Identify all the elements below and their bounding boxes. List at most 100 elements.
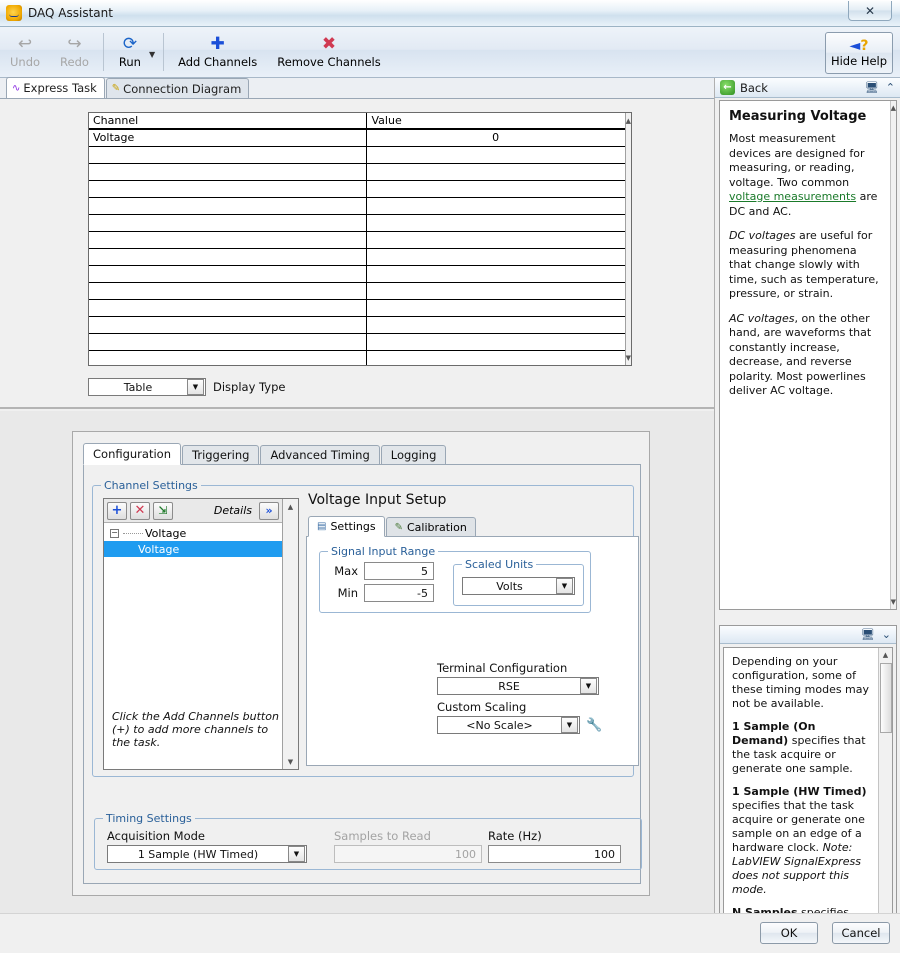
- table-row[interactable]: [89, 282, 625, 300]
- channel-tree-root-label: Voltage: [145, 526, 187, 540]
- configuration-card: Configuration Triggering Advanced Timing…: [72, 431, 650, 896]
- remove-channel-button[interactable]: ✕: [130, 501, 150, 520]
- channel-scroll-down-button[interactable]: ▼: [283, 754, 298, 769]
- help-bottom-scroll-up-button[interactable]: ▲: [879, 648, 892, 662]
- table-row[interactable]: [89, 163, 625, 181]
- table-row[interactable]: [89, 265, 625, 283]
- table-scroll-up-button[interactable]: ▲: [625, 113, 632, 128]
- rate-hz-input[interactable]: 100: [488, 845, 621, 863]
- run-label: Run: [118, 55, 141, 69]
- wrench-icon[interactable]: 🔧: [586, 718, 602, 733]
- tab-logging[interactable]: Logging: [380, 445, 447, 465]
- tab-express-task[interactable]: ∿ Express Task: [6, 77, 105, 98]
- add-channel-button[interactable]: +: [107, 501, 127, 520]
- settings-page-icon: ▤: [317, 521, 327, 532]
- help-paragraph-2: DC voltages are useful for measuring phe…: [729, 229, 881, 302]
- max-input[interactable]: 5: [364, 562, 434, 580]
- table-row[interactable]: [89, 299, 625, 317]
- tab-connection-diagram[interactable]: ✎ Connection Diagram: [105, 78, 250, 98]
- terminal-configuration-dropdown[interactable]: RSE ▼: [437, 677, 599, 695]
- table-row[interactable]: [89, 197, 625, 215]
- tab-connection-diagram-label: Connection Diagram: [123, 81, 242, 96]
- connection-diagram-icon: ✎: [111, 83, 121, 94]
- custom-scaling-label: Custom Scaling: [437, 700, 527, 714]
- daq-assistant-icon: [6, 5, 22, 21]
- chevron-down-icon[interactable]: ▼: [561, 717, 578, 733]
- table-row[interactable]: [89, 248, 625, 266]
- help-top-scroll-up-button[interactable]: ▲: [890, 101, 896, 115]
- tab-calibration[interactable]: ✎ Calibration: [385, 517, 476, 537]
- scaled-units-dropdown[interactable]: Volts ▼: [462, 577, 575, 595]
- table-row[interactable]: [89, 333, 625, 351]
- help-top-scroll-down-button[interactable]: ▼: [890, 595, 896, 609]
- acquisition-mode-dropdown[interactable]: 1 Sample (HW Timed) ▼: [107, 845, 307, 863]
- table-scroll-down-button[interactable]: ▼: [625, 350, 632, 365]
- ok-button[interactable]: OK: [760, 922, 818, 944]
- table-row[interactable]: Voltage 0: [89, 129, 625, 147]
- close-button[interactable]: ✕: [848, 1, 892, 21]
- redo-button[interactable]: ↪ Redo: [50, 27, 99, 77]
- chevron-down-icon[interactable]: ⌄: [882, 628, 891, 641]
- scaled-units-group: Scaled Units Volts ▼: [453, 558, 584, 606]
- table-cell-value: 0: [366, 129, 625, 147]
- add-channels-button[interactable]: ✚ Add Channels: [168, 27, 267, 77]
- table-cell-value: [366, 333, 625, 351]
- channel-tree-item-voltage[interactable]: Voltage: [104, 541, 282, 557]
- run-dropdown-caret-icon[interactable]: ▼: [149, 50, 155, 59]
- remove-channels-button[interactable]: ✖ Remove Channels: [267, 27, 391, 77]
- table-row[interactable]: [89, 146, 625, 164]
- chevron-down-icon[interactable]: ▼: [580, 678, 597, 694]
- table-scrollbar[interactable]: ▲ ▼: [624, 113, 632, 365]
- table-cell-value: [366, 231, 625, 249]
- table-cell-channel: [89, 299, 367, 317]
- table-body: Channel Value Voltage 0: [89, 113, 625, 365]
- tab-triggering[interactable]: Triggering: [182, 445, 260, 465]
- tab-advanced-timing[interactable]: Advanced Timing: [260, 445, 380, 465]
- green-back-arrow-icon[interactable]: ←: [720, 80, 735, 95]
- channel-tree-root[interactable]: − Voltage: [104, 525, 282, 541]
- new-window-icon[interactable]: 🖥: [865, 81, 879, 94]
- help-scrollbar-top[interactable]: ▲ ▼: [889, 101, 896, 609]
- custom-scaling-dropdown[interactable]: <No Scale> ▼: [437, 716, 580, 734]
- run-button[interactable]: ⟳ Run: [108, 27, 152, 77]
- table-row[interactable]: [89, 214, 625, 232]
- chevron-down-icon[interactable]: ▼: [288, 846, 305, 862]
- tab-settings-label: Settings: [330, 520, 376, 533]
- table-row[interactable]: [89, 316, 625, 334]
- channel-scroll-up-button[interactable]: ▲: [283, 499, 298, 514]
- chevron-down-icon[interactable]: ▼: [187, 379, 204, 395]
- new-window-icon[interactable]: 🖥: [861, 628, 875, 641]
- hide-help-button[interactable]: ◄? Hide Help: [825, 32, 893, 74]
- samples-to-read-input[interactable]: 100: [334, 845, 482, 863]
- details-expand-button[interactable]: »: [259, 501, 279, 520]
- help-bottom-scroll-thumb[interactable]: [880, 663, 892, 733]
- terminal-configuration-label: Terminal Configuration: [437, 661, 568, 675]
- table: Channel Value Voltage 0: [89, 113, 625, 365]
- table-cell-channel: Voltage: [89, 129, 367, 147]
- channel-tree-item-label: Voltage: [138, 542, 180, 556]
- tree-connector: [123, 532, 143, 534]
- scaled-units-value: Volts: [496, 579, 523, 593]
- help-header-icons: 🖥 ⌃: [865, 81, 895, 94]
- chevron-down-icon[interactable]: ▼: [556, 578, 573, 594]
- tab-settings[interactable]: ▤ Settings: [308, 516, 385, 537]
- tree-collapse-icon[interactable]: −: [110, 528, 119, 538]
- cancel-button[interactable]: Cancel: [832, 922, 890, 944]
- voltage-measurements-link[interactable]: voltage measurements: [729, 190, 856, 203]
- table-row[interactable]: [89, 180, 625, 198]
- display-type-dropdown[interactable]: Table ▼: [88, 378, 206, 396]
- chevron-up-icon[interactable]: ⌃: [886, 81, 895, 94]
- help-back-label[interactable]: Back: [740, 81, 768, 95]
- table-row[interactable]: [89, 231, 625, 249]
- channel-list-scrollbar[interactable]: ▲ ▼: [282, 499, 298, 769]
- toolbar-separator-1: [102, 33, 104, 71]
- tab-configuration[interactable]: Configuration: [83, 443, 181, 465]
- undo-button[interactable]: ↩ Undo: [0, 27, 50, 77]
- help-p3-emphasis: AC voltages: [729, 311, 795, 325]
- table-row[interactable]: [89, 350, 625, 365]
- add-channels-hint: Click the Add Channels button (+) to add…: [112, 710, 279, 749]
- help-paragraph-3: AC voltages, on the other hand, are wave…: [729, 312, 881, 399]
- switch-channel-button[interactable]: ⇲: [153, 501, 173, 520]
- min-input[interactable]: -5: [364, 584, 434, 602]
- help-scrollbar-bottom[interactable]: ▲ ▼: [878, 648, 892, 953]
